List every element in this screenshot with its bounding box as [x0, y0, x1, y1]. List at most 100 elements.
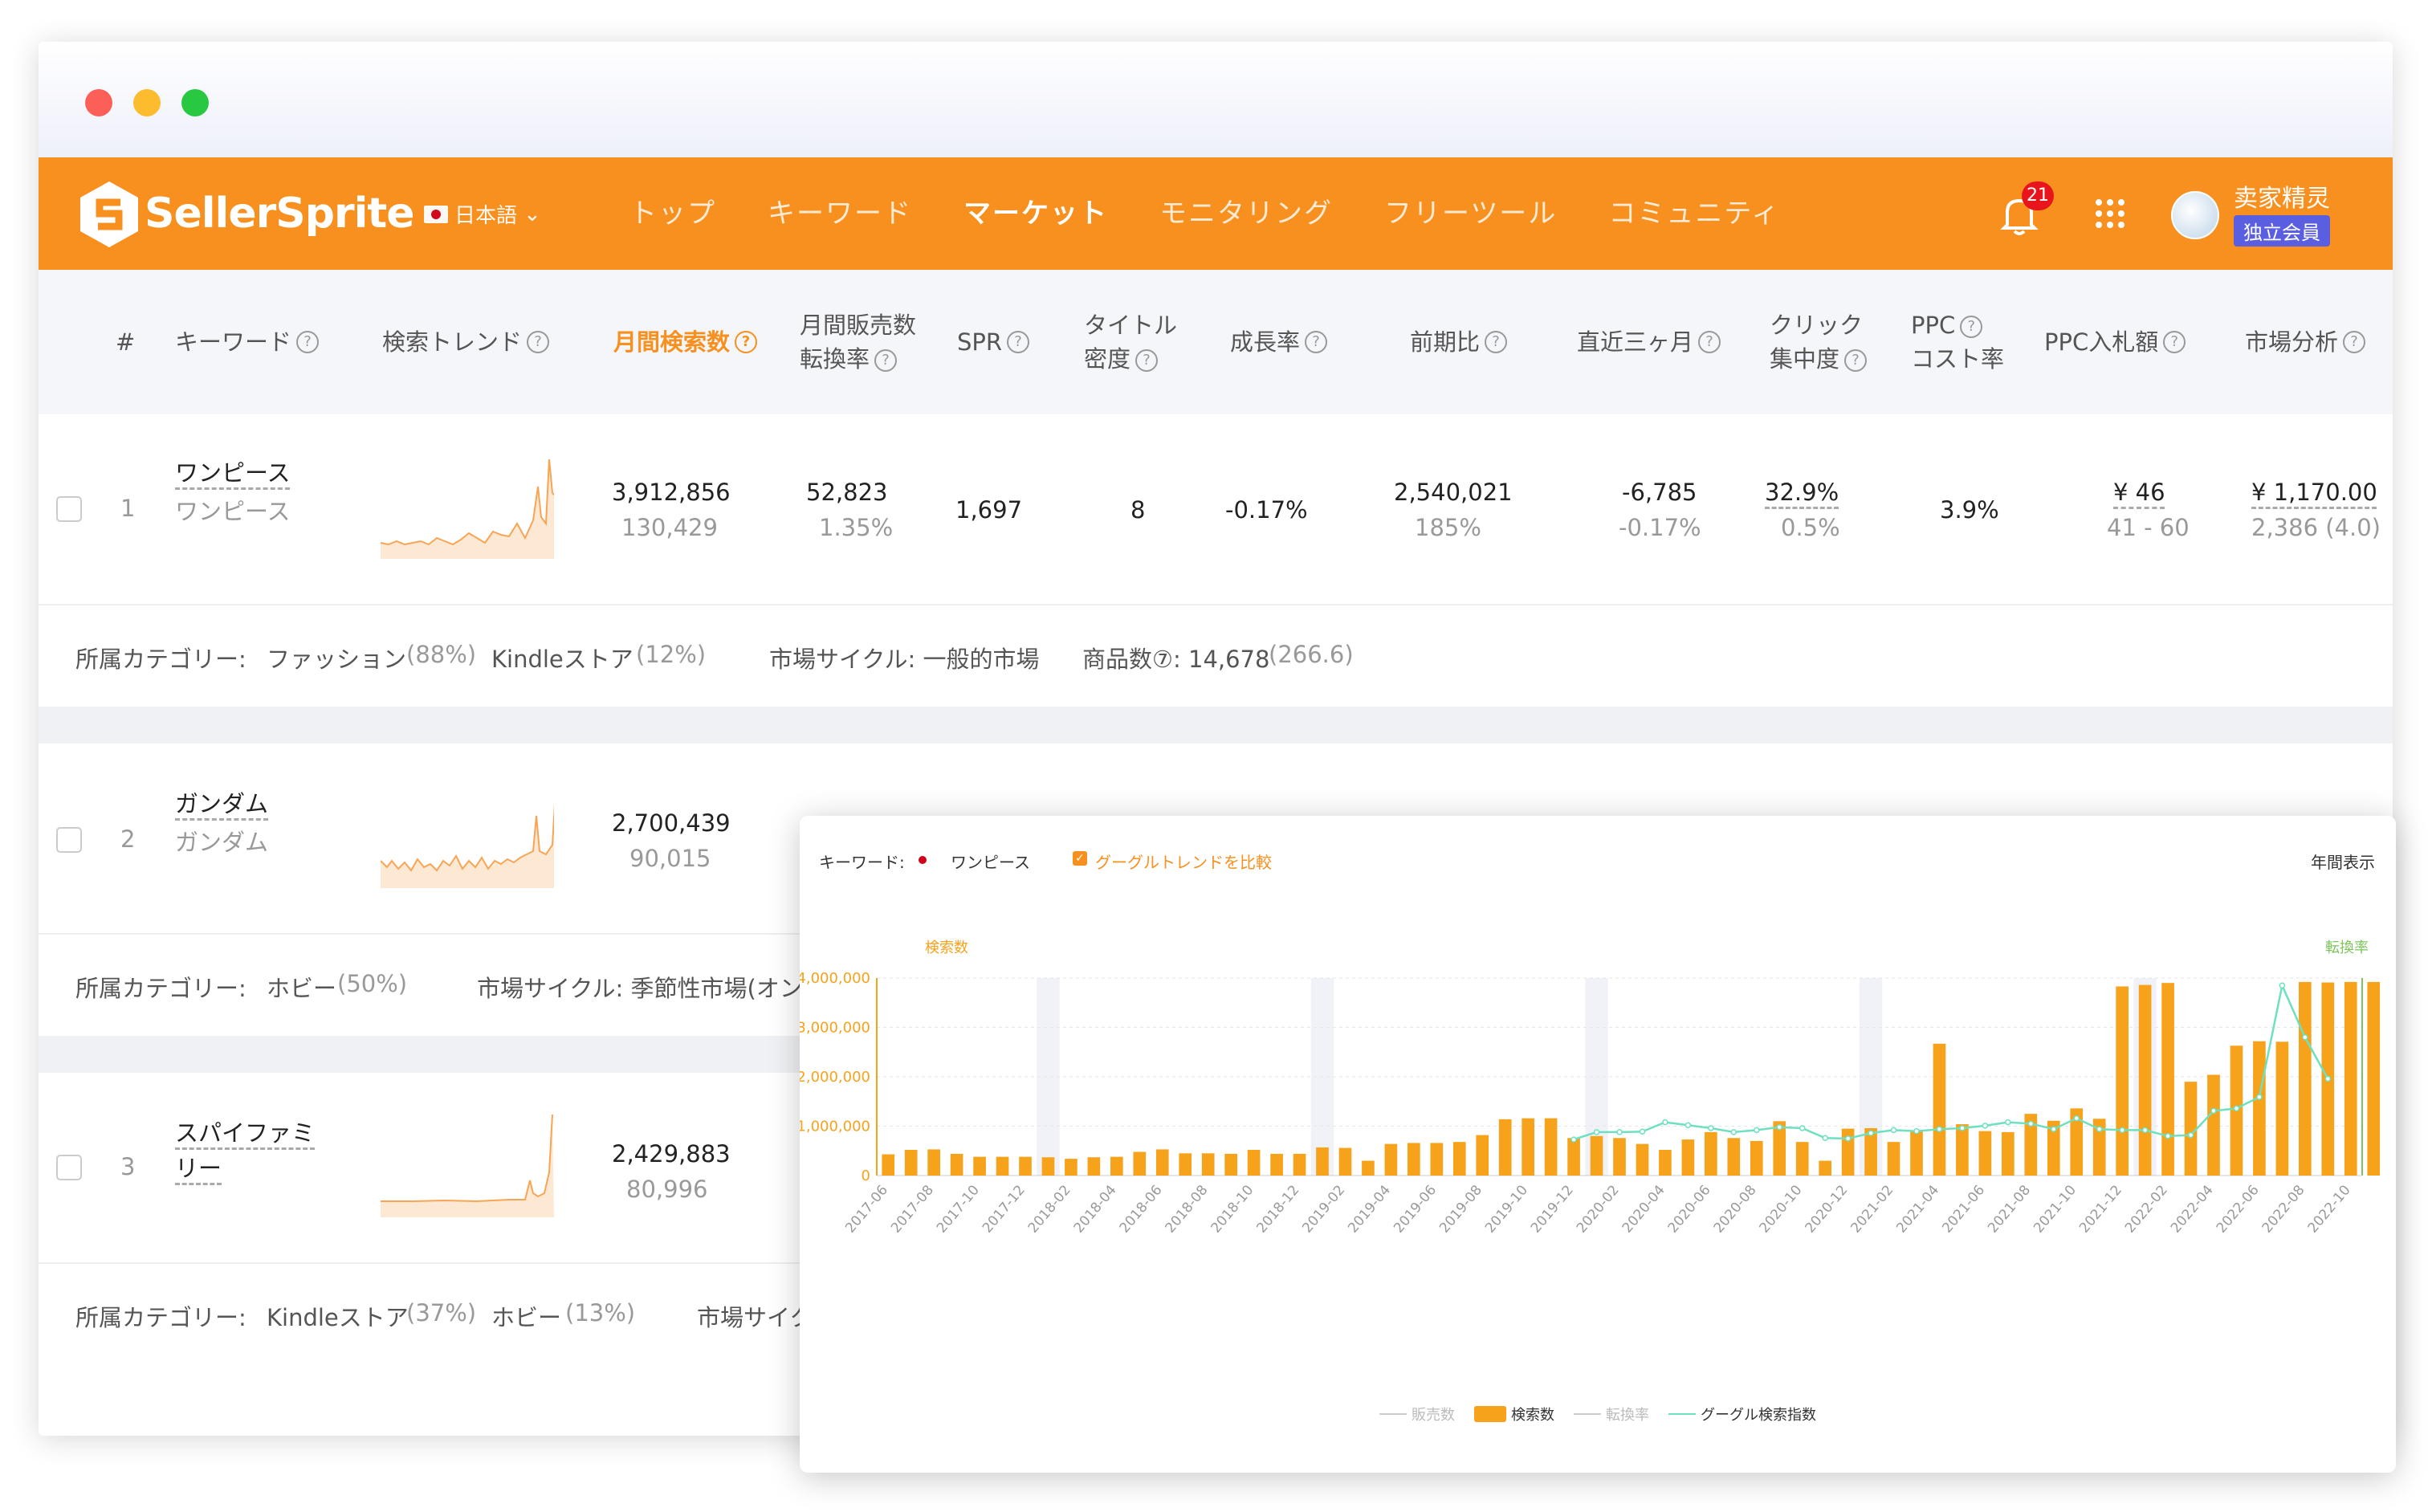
bar-search-volume — [2184, 1082, 2198, 1176]
monthly-search-value: 3,912,856 — [612, 479, 731, 506]
daily-search-value: 80,996 — [626, 1176, 708, 1203]
header-previous-ratio[interactable]: 前期比? — [1410, 270, 1508, 414]
header-ppc-bid[interactable]: PPC入札額? — [2044, 270, 2186, 414]
header-click-concentration[interactable]: クリック 集中度? — [1770, 270, 1868, 414]
header-monthly-sales[interactable]: 月間販売数 転換率? — [800, 270, 916, 414]
legend-sales[interactable]: 販売数 — [1379, 1404, 1455, 1424]
header-ppc-cost[interactable]: PPC? コスト率 — [1911, 270, 2004, 414]
help-icon[interactable]: ? — [874, 349, 898, 372]
apps-grid-icon[interactable] — [2094, 198, 2126, 230]
help-icon[interactable]: ? — [1007, 331, 1030, 353]
x-tick-label: 2020-04 — [1619, 1182, 1668, 1236]
compare-google-trend-label[interactable]: グーグルトレンドを比較 — [1095, 850, 1272, 873]
bar-search-volume — [1887, 1142, 1900, 1176]
help-icon[interactable]: ? — [1844, 349, 1868, 372]
header-growth-rate[interactable]: 成長率? — [1230, 270, 1328, 414]
menu-market[interactable]: マーケット — [963, 190, 1108, 238]
bar-search-volume — [1613, 1138, 1626, 1176]
previous-ratio-value: 2,540,021 — [1394, 479, 1513, 506]
header-search-trend[interactable]: 検索トレンド? — [382, 270, 550, 414]
help-icon[interactable]: ? — [2343, 331, 2366, 353]
google-trend-point — [2279, 982, 2286, 988]
minimize-window-button[interactable] — [133, 89, 161, 116]
legend-search[interactable]: 検索数 — [1474, 1404, 1554, 1424]
keyword-link[interactable]: ワンピース — [175, 454, 291, 488]
growth-rate-value: -0.17% — [1225, 496, 1308, 524]
category-name-link[interactable]: ホビー — [267, 970, 336, 1004]
google-trend-point — [1616, 1129, 1623, 1135]
brand-name[interactable]: SellerSprite — [145, 181, 415, 246]
bar-search-volume — [2138, 984, 2152, 1176]
menu-keyword[interactable]: キーワード — [768, 190, 912, 238]
bar-search-volume — [2367, 981, 2381, 1176]
google-trend-point — [2165, 1133, 2171, 1139]
bar-search-volume — [1452, 1142, 1466, 1176]
menu-community[interactable]: コミュニティ — [1608, 190, 1780, 238]
search-trend-sparkline[interactable] — [381, 454, 554, 559]
user-avatar[interactable] — [2171, 191, 2219, 239]
google-trend-point — [2073, 1115, 2080, 1122]
menu-free-tools[interactable]: フリーツール — [1384, 190, 1557, 238]
x-tick-label: 2017-12 — [980, 1182, 1029, 1236]
google-trend-point — [2302, 1034, 2308, 1041]
market-analysis-price[interactable]: ¥ 1,170.00 — [2251, 479, 2377, 506]
ppc-bid-value[interactable]: ¥ 46 — [2113, 479, 2165, 506]
bar-search-volume — [1408, 1143, 1420, 1176]
compare-checkbox[interactable]: ✓ — [1073, 851, 1087, 866]
category-percent: (13%) — [565, 1299, 636, 1327]
category-name-link[interactable]: Kindleストア — [491, 641, 633, 674]
maximize-window-button[interactable] — [181, 89, 209, 116]
help-icon[interactable]: ? — [1698, 331, 1721, 353]
legend-google-index[interactable]: グーグル検索指数 — [1668, 1404, 1816, 1424]
category-name-link[interactable]: ファッション — [267, 641, 406, 674]
row-checkbox[interactable] — [56, 496, 82, 522]
bar-search-volume — [1819, 1160, 1831, 1176]
help-icon[interactable]: ? — [2163, 331, 2186, 353]
google-trend-point — [1890, 1127, 1897, 1134]
bar-search-volume — [1750, 1140, 1763, 1176]
help-icon[interactable]: ? — [527, 331, 550, 353]
bar-search-volume — [1179, 1153, 1192, 1176]
bar-search-volume — [1133, 1151, 1147, 1176]
category-label: 所属カテゴリー: — [75, 646, 246, 673]
keyword-link[interactable]: ガンダム — [175, 785, 268, 819]
language-selector[interactable]: 日本語 ⌄ — [424, 199, 541, 229]
notification-count-badge: 21 — [2022, 181, 2054, 210]
menu-monitoring[interactable]: モニタリング — [1159, 190, 1333, 238]
help-icon[interactable]: ? — [1135, 349, 1159, 372]
category-name-link[interactable]: Kindleストア — [267, 1299, 409, 1333]
keyword-link[interactable]: スパイファミ — [175, 1115, 315, 1148]
recent-three-months-percent: -0.17% — [1619, 514, 1701, 541]
row-checkbox[interactable] — [56, 827, 82, 853]
header-keyword[interactable]: キーワード? — [175, 270, 320, 414]
header-market-analysis[interactable]: 市場分析? — [2245, 270, 2366, 414]
sellersprite-logo-icon[interactable] — [77, 178, 141, 251]
keyword-link-continued[interactable]: リー — [175, 1150, 222, 1184]
google-trend-point — [1799, 1125, 1806, 1131]
header-spr[interactable]: SPR? — [957, 270, 1030, 414]
header-title-density[interactable]: タイトル 密度? — [1084, 270, 1177, 414]
search-trend-sparkline[interactable] — [381, 784, 554, 888]
help-icon[interactable]: ? — [1960, 316, 1983, 338]
bar-search-volume — [2299, 981, 2312, 1176]
search-trend-sparkline[interactable] — [381, 1113, 554, 1217]
close-window-button[interactable] — [85, 89, 112, 116]
category-name-link[interactable]: ホビー — [491, 1299, 561, 1333]
trend-chart-popup: キーワード: ワンピース ✓ グーグルトレンドを比較 年間表示 検索数 転換率 … — [800, 816, 2396, 1473]
help-icon[interactable]: ? — [1305, 331, 1328, 353]
help-icon[interactable]: ? — [735, 331, 758, 353]
x-tick-label: 2018-12 — [1253, 1182, 1302, 1236]
help-icon[interactable]: ? — [296, 331, 320, 353]
annual-view-toggle[interactable]: 年間表示 — [2311, 850, 2375, 873]
help-icon[interactable]: ? — [1485, 331, 1508, 353]
market-cycle: 市場サイク — [697, 1304, 813, 1331]
header-monthly-search[interactable]: 月間検索数? — [613, 270, 758, 414]
user-name[interactable]: 卖家精灵 — [2234, 178, 2330, 214]
header-recent-three-months[interactable]: 直近三ヶ月? — [1577, 270, 1721, 414]
click-concentration-value[interactable]: 32.9% — [1765, 479, 1839, 506]
bar-search-volume — [1430, 1143, 1444, 1176]
google-trend-point — [1685, 1122, 1692, 1129]
row-checkbox[interactable] — [56, 1155, 82, 1180]
menu-top[interactable]: トップ — [629, 190, 716, 238]
legend-conversion[interactable]: 転換率 — [1574, 1404, 1649, 1424]
